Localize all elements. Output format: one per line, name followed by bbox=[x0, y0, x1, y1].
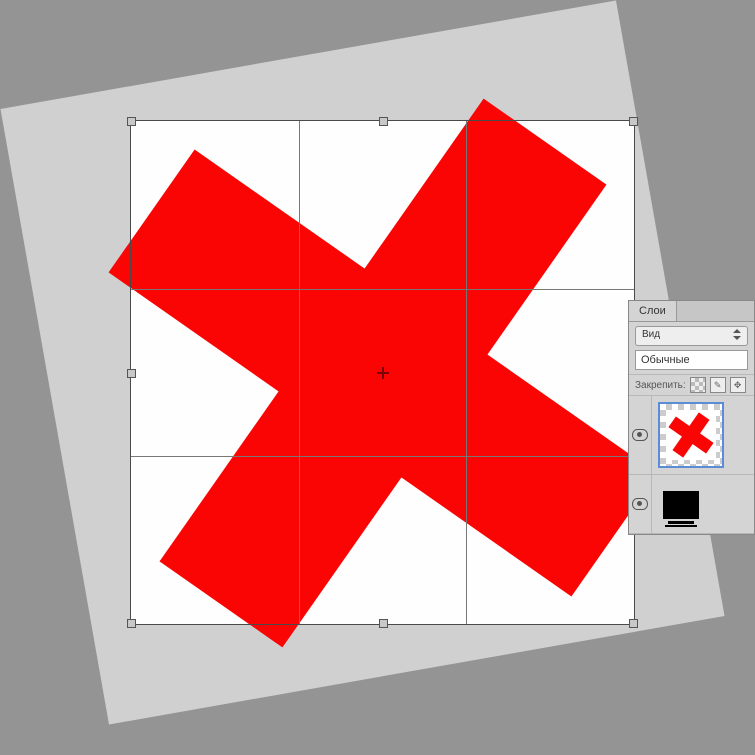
layer-thumbnail-cross[interactable] bbox=[658, 402, 724, 468]
tab-layers[interactable]: Слои bbox=[629, 301, 677, 321]
view-select-row: Вид bbox=[629, 322, 754, 350]
view-mode-select[interactable]: Вид bbox=[635, 326, 748, 346]
layers-panel: Слои Вид Обычные Закрепить: ✎ ✥ bbox=[628, 300, 755, 535]
visibility-toggle-icon[interactable] bbox=[632, 429, 648, 441]
layer-thumbnail-monitor[interactable] bbox=[658, 481, 704, 527]
transform-handle-bottom-left[interactable] bbox=[127, 619, 136, 628]
transform-handle-bottom-right[interactable] bbox=[629, 619, 638, 628]
layer-row-2[interactable] bbox=[629, 475, 754, 534]
transform-handle-top-right[interactable] bbox=[629, 117, 638, 126]
lock-pixels-icon[interactable]: ✎ bbox=[710, 377, 726, 393]
transform-handle-top-left[interactable] bbox=[127, 117, 136, 126]
blend-mode-select[interactable]: Обычные bbox=[635, 350, 748, 370]
visibility-toggle-icon[interactable] bbox=[632, 498, 648, 510]
layer-row-1[interactable] bbox=[629, 396, 754, 475]
lock-row: Закрепить: ✎ ✥ bbox=[629, 374, 754, 396]
transform-pivot[interactable] bbox=[377, 367, 389, 379]
blend-mode-row: Обычные bbox=[629, 350, 754, 374]
transform-handle-bottom[interactable] bbox=[379, 619, 388, 628]
lock-position-icon[interactable]: ✥ bbox=[730, 377, 746, 393]
lock-label: Закрепить: bbox=[635, 380, 686, 391]
transform-handle-top[interactable] bbox=[379, 117, 388, 126]
lock-transparency-icon[interactable] bbox=[690, 377, 706, 393]
panel-tab-row: Слои bbox=[629, 301, 754, 322]
transform-handle-left[interactable] bbox=[127, 369, 136, 378]
